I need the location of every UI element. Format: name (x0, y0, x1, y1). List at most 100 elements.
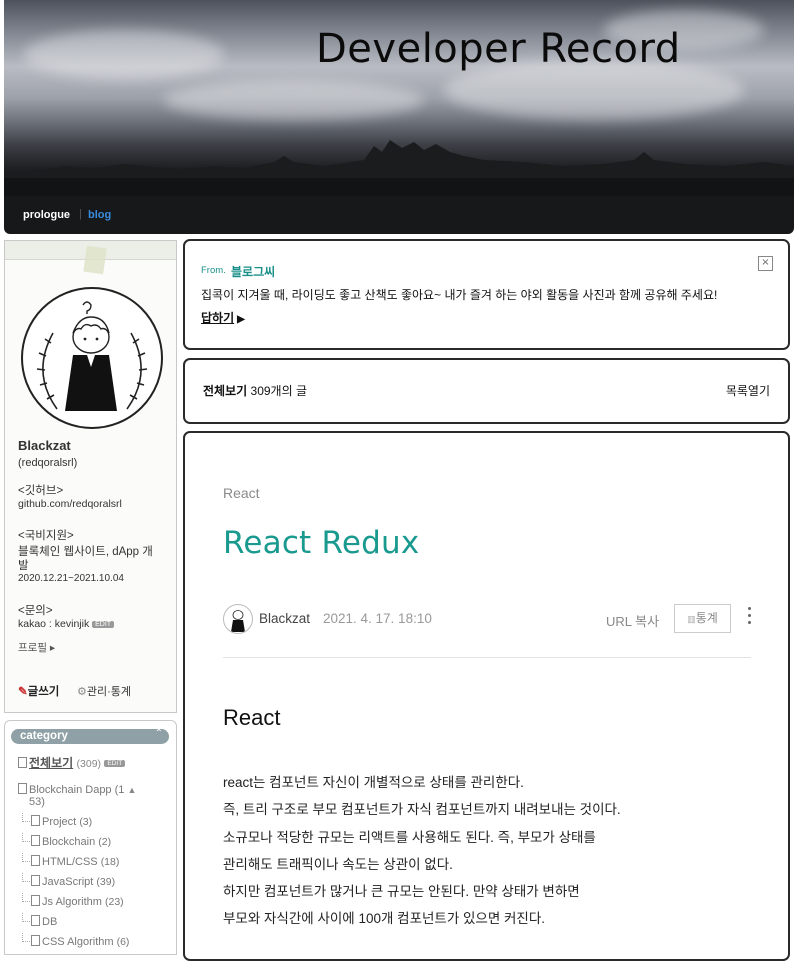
treeline-silhouette (4, 140, 794, 196)
post-heading: React (223, 705, 281, 730)
reply-label: 답하기 (201, 311, 235, 325)
contact-label: <문의> (18, 605, 53, 617)
category-item-javascript[interactable]: JavaScript (39) (31, 875, 115, 888)
url-copy-button[interactable]: URL 복사 (606, 611, 659, 630)
contact-row: kakao : kevinjik EDIT (18, 618, 115, 630)
top-navbar: prologue | blog (4, 196, 794, 234)
tree-connector (22, 893, 30, 902)
header-banner: Developer Record (4, 0, 794, 196)
nav-blog-link[interactable]: blog (88, 209, 111, 221)
category-item-label: CSS Algorithm (42, 936, 114, 948)
category-item-label: Project (42, 816, 77, 828)
category-item-count: (23) (104, 896, 124, 908)
pencil-icon: ✎ (18, 686, 28, 698)
category-all-label: 전체보기 (29, 756, 74, 770)
post-category[interactable]: React (223, 485, 260, 501)
post-title: React Redux (223, 525, 420, 561)
post-paragraph: react는 컴포넌트 자신이 개별적으로 상태를 관리한다. (223, 775, 524, 790)
github-label: <깃허브> (18, 485, 64, 497)
category-item-db[interactable]: DB (31, 915, 57, 928)
more-options-icon[interactable] (746, 607, 752, 629)
category-item-label: Blockchain (42, 836, 96, 848)
character-icon (36, 301, 148, 411)
category-group-count: 53) (29, 796, 45, 808)
document-icon (31, 895, 40, 906)
category-group-label: Blockchain Dapp (1 (29, 784, 125, 796)
write-post-button[interactable]: ✎글쓰기 (18, 683, 59, 699)
category-item-js-algorithm[interactable]: Js Algorithm (23) (31, 895, 124, 908)
profile-link[interactable]: 프로필 ▸ (18, 640, 55, 655)
close-icon[interactable]: × (758, 256, 773, 271)
open-list-button[interactable]: 목록열기 (726, 382, 770, 399)
document-icon (18, 757, 27, 768)
document-icon (31, 915, 40, 926)
category-item-count: (2) (98, 836, 112, 848)
category-edit-badge[interactable]: EDIT (104, 760, 126, 768)
nav-prologue-link[interactable]: prologue (23, 209, 70, 221)
nav-separator: | (79, 208, 82, 220)
category-item-label: DB (42, 916, 58, 928)
divider (223, 657, 751, 658)
tape-decoration (83, 245, 107, 275)
profile-id: (redqoralsrl) (18, 457, 78, 469)
document-icon (31, 935, 40, 946)
manage-stats-button[interactable]: ⚙관리·통계 (77, 683, 131, 699)
category-item-project[interactable]: Project (3) (31, 815, 92, 828)
from-name[interactable]: 블로그씨 (231, 263, 275, 280)
contact-value: kakao : kevinjik (18, 618, 90, 630)
chevron-up-icon[interactable]: ⌃ (155, 728, 163, 739)
category-widget: category ⌃ 전체보기 (309) EDIT Blockchain Da… (4, 720, 177, 955)
category-group-blockchain[interactable]: Blockchain Dapp (1 ▲ (18, 783, 136, 796)
from-label: From. (201, 265, 226, 276)
category-item-label: Js Algorithm (42, 896, 102, 908)
profile-avatar[interactable] (21, 287, 163, 429)
author-name[interactable]: Blackzat (259, 611, 310, 626)
document-icon (31, 875, 40, 886)
cloud-decoration (24, 30, 224, 80)
category-item-htmlcss[interactable]: HTML/CSS (18) (31, 855, 119, 868)
character-icon (231, 610, 245, 632)
category-item-count: (6) (116, 936, 130, 948)
category-item-count: (39) (96, 876, 116, 888)
post-date: 2021. 4. 17. 18:10 (323, 611, 432, 626)
prompt-message: 집콕이 지겨울 때, 라이딩도 좋고 산책도 좋아요~ 내가 즐겨 하는 야외 … (201, 288, 718, 302)
post-paragraph: 관리해도 트래픽이나 속도는 상관이 없다. (223, 856, 453, 872)
document-icon (31, 815, 40, 826)
category-item-count: (3) (79, 816, 93, 828)
bar-chart-icon: ▥ (687, 614, 696, 624)
post-body: react는 컴포넌트 자신이 개별적으로 상태를 관리한다. 즉, 트리 구조… (223, 769, 621, 933)
stats-button[interactable]: ▥통계 (674, 604, 731, 633)
document-icon (18, 783, 27, 794)
tree-connector (22, 873, 30, 882)
profile-widget: Blackzat (redqoralsrl) <깃허브> github.com/… (4, 240, 177, 713)
write-label: 글쓰기 (27, 686, 60, 698)
post-paragraph: 소규모나 적당한 규모는 리액트를 사용해도 된다. 즉, 부모가 상태를 (223, 829, 596, 845)
category-all[interactable]: 전체보기 (309) EDIT (18, 754, 126, 771)
author-avatar[interactable] (223, 604, 253, 634)
category-header[interactable]: category ⌃ (11, 728, 169, 744)
category-item-label: JavaScript (42, 876, 94, 888)
post-list-summary: 전체보기 309개의 글 (203, 382, 307, 399)
stats-label: 통계 (695, 611, 718, 625)
manage-label: 관리·통계 (86, 686, 132, 698)
post-paragraph: 즉, 트리 구조로 부모 컴포넌트가 자식 컴포넌트까지 내려보내는 것이다. (223, 802, 621, 818)
document-icon (31, 855, 40, 866)
document-icon (31, 835, 40, 846)
tree-connector (22, 853, 30, 862)
category-item-css-algorithm[interactable]: CSS Algorithm (6) (31, 935, 129, 948)
triangle-up-icon[interactable]: ▲ (127, 785, 136, 795)
post-paragraph: 부모와 자식간에 사이에 100개 컴포넌트가 있으면 커진다. (223, 911, 546, 927)
profile-edit-badge[interactable]: EDIT (92, 620, 115, 628)
tree-connector (22, 933, 30, 942)
category-item-blockchain[interactable]: Blockchain (2) (31, 835, 111, 848)
post-paragraph: 하지만 컴포넌트가 많거나 큰 규모는 안된다. 만약 상태가 변하면 (223, 884, 580, 900)
triangle-right-icon: ▶ (237, 314, 245, 325)
site-title[interactable]: Developer Record (316, 26, 681, 72)
github-url: github.com/redqoralsrl (18, 498, 122, 510)
blog-prompt-card: From. 블로그씨 × 집콕이 지겨울 때, 라이딩도 좋고 산책도 좋아요~… (183, 239, 790, 350)
category-item-label: HTML/CSS (42, 856, 98, 868)
tree-connector (22, 833, 30, 842)
reply-link[interactable]: 답하기 ▶ (201, 309, 245, 326)
post-list-bar: 전체보기 309개의 글 목록열기 (183, 358, 790, 424)
category-header-label: category (20, 730, 68, 742)
